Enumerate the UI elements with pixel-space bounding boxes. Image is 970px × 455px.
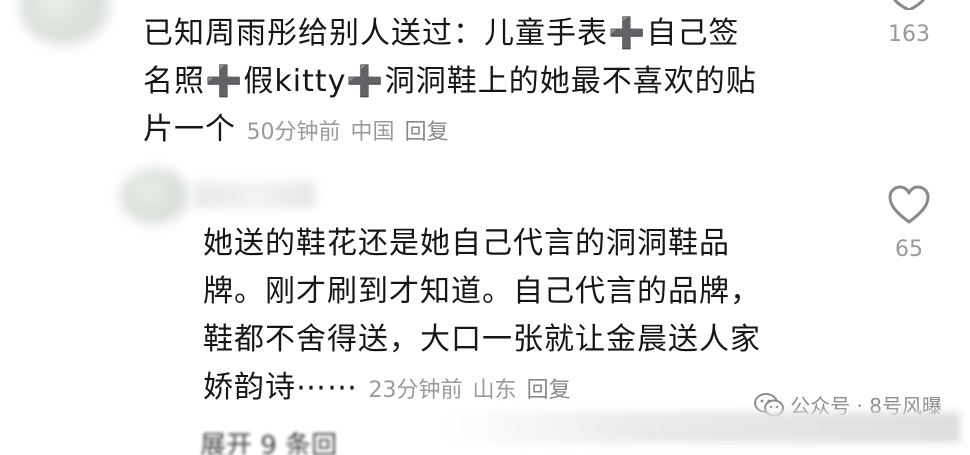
timestamp: 23分钟前 xyxy=(368,378,463,403)
avatar[interactable] xyxy=(20,0,110,45)
reply-button[interactable]: 回复 xyxy=(527,378,571,403)
location: 山东 xyxy=(472,378,517,403)
expand-replies-button[interactable]: 展开 9 条回 xyxy=(200,425,440,455)
username[interactable] xyxy=(195,182,315,208)
reply-button[interactable]: 回复 xyxy=(405,120,449,145)
comment-text: 已知周雨彤给别人送过：儿童手表➕自己签 名照➕假kitty➕洞洞鞋上的她最不喜欢… xyxy=(143,10,863,157)
plus-icon: ➕ xyxy=(205,64,244,99)
comment-text-segment: 片一个 xyxy=(143,112,236,147)
plus-icon: ➕ xyxy=(346,64,385,99)
avatar[interactable] xyxy=(120,168,190,224)
comment-meta: 50分钟前 中国 回复 xyxy=(247,120,449,145)
comment-text-segment: 已知周雨彤给别人送过：儿童手表 xyxy=(143,16,608,51)
comment-line: 牌。刚才刷到才知道。自己代言的品牌， xyxy=(203,274,761,309)
like-count: 65 xyxy=(895,237,923,262)
comment-text-segment: 名照 xyxy=(143,64,205,99)
heart-icon[interactable] xyxy=(887,0,931,12)
plus-icon: ➕ xyxy=(608,16,647,51)
comment-line: 已知周雨彤给别人送过：儿童手表➕自己签 xyxy=(143,10,863,58)
heart-icon[interactable] xyxy=(887,185,931,225)
comment-line: 片一个 50分钟前 中国 回复 xyxy=(143,106,863,157)
comment-meta: 23分钟前 山东 回复 xyxy=(369,378,571,403)
like-column: 65 xyxy=(878,185,940,262)
comment-text-segment: 娇韵诗⋯⋯ xyxy=(203,370,358,405)
blur-overlay xyxy=(440,412,960,443)
like-count: 163 xyxy=(888,22,930,47)
comment-text: 她送的鞋花还是她自己代言的洞洞鞋品 牌。刚才刷到才知道。自己代言的品牌， 鞋都不… xyxy=(203,220,843,415)
comment-line: 她送的鞋花还是她自己代言的洞洞鞋品 xyxy=(203,226,730,261)
timestamp: 50分钟前 xyxy=(246,120,341,145)
comment-text-segment: 洞洞鞋上的她最不喜欢的贴 xyxy=(384,64,757,99)
like-column: 163 xyxy=(878,0,940,47)
comment-text-segment: 假kitty xyxy=(243,64,347,99)
comment-line: 娇韵诗⋯⋯ 23分钟前 山东 回复 xyxy=(203,364,843,415)
comment-text-segment: 自己签 xyxy=(646,16,740,51)
comment-line: 鞋都不舍得送，大口一张就让金晨送人家 xyxy=(203,322,761,357)
comment-line: 名照➕假kitty➕洞洞鞋上的她最不喜欢的贴 xyxy=(143,58,863,106)
location: 中国 xyxy=(350,120,395,145)
